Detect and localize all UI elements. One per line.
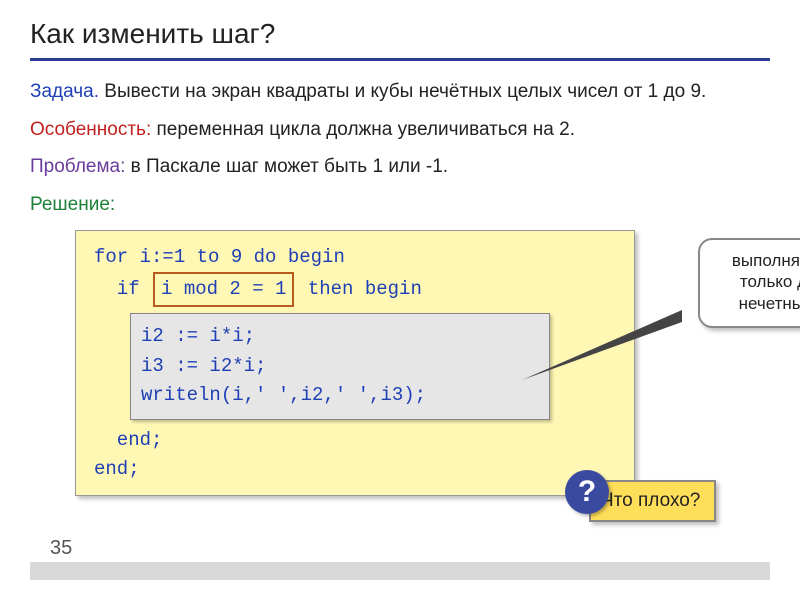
page-title: Как изменить шаг? bbox=[30, 18, 770, 61]
feature-text: переменная цикла должна увеличиваться на… bbox=[151, 119, 575, 140]
code-line: if i mod 2 = 1 then begin bbox=[94, 272, 616, 307]
task-text: Вывести на экран квадраты и кубы нечётны… bbox=[99, 81, 706, 102]
problem-line: Проблема: в Паскале шаг может быть 1 или… bbox=[30, 154, 770, 180]
feature-line: Особенность: переменная цикла должна уве… bbox=[30, 117, 770, 143]
solution-label: Решение: bbox=[30, 192, 770, 218]
code-line: i3 := i2*i; bbox=[141, 352, 539, 381]
page-number: 35 bbox=[50, 537, 72, 560]
question-mark-icon: ? bbox=[565, 470, 609, 514]
footer-bar bbox=[30, 562, 770, 580]
inner-code-block: i2 := i*i; i3 := i2*i; writeln(i,' ',i2,… bbox=[130, 313, 550, 419]
code-line: i2 := i*i; bbox=[141, 322, 539, 351]
note-box: ? Что плохо? bbox=[589, 480, 716, 522]
problem-text: в Паскале шаг может быть 1 или -1. bbox=[125, 156, 448, 177]
callout-bubble: выполняется только для нечетных i bbox=[698, 238, 800, 328]
code-line: writeln(i,' ',i2,' ',i3); bbox=[141, 381, 539, 410]
problem-label: Проблема: bbox=[30, 156, 125, 177]
code-line: end; bbox=[94, 455, 616, 484]
condition-highlight: i mod 2 = 1 bbox=[153, 272, 294, 307]
callout-pointer bbox=[522, 310, 702, 380]
feature-label: Особенность: bbox=[30, 119, 151, 140]
code-line: end; bbox=[94, 426, 616, 455]
code-line: for i:=1 to 9 do begin bbox=[94, 243, 616, 272]
task-line: Задача. Вывести на экран квадраты и кубы… bbox=[30, 79, 770, 105]
task-label: Задача. bbox=[30, 81, 99, 102]
note-text: Что плохо? bbox=[601, 490, 700, 511]
